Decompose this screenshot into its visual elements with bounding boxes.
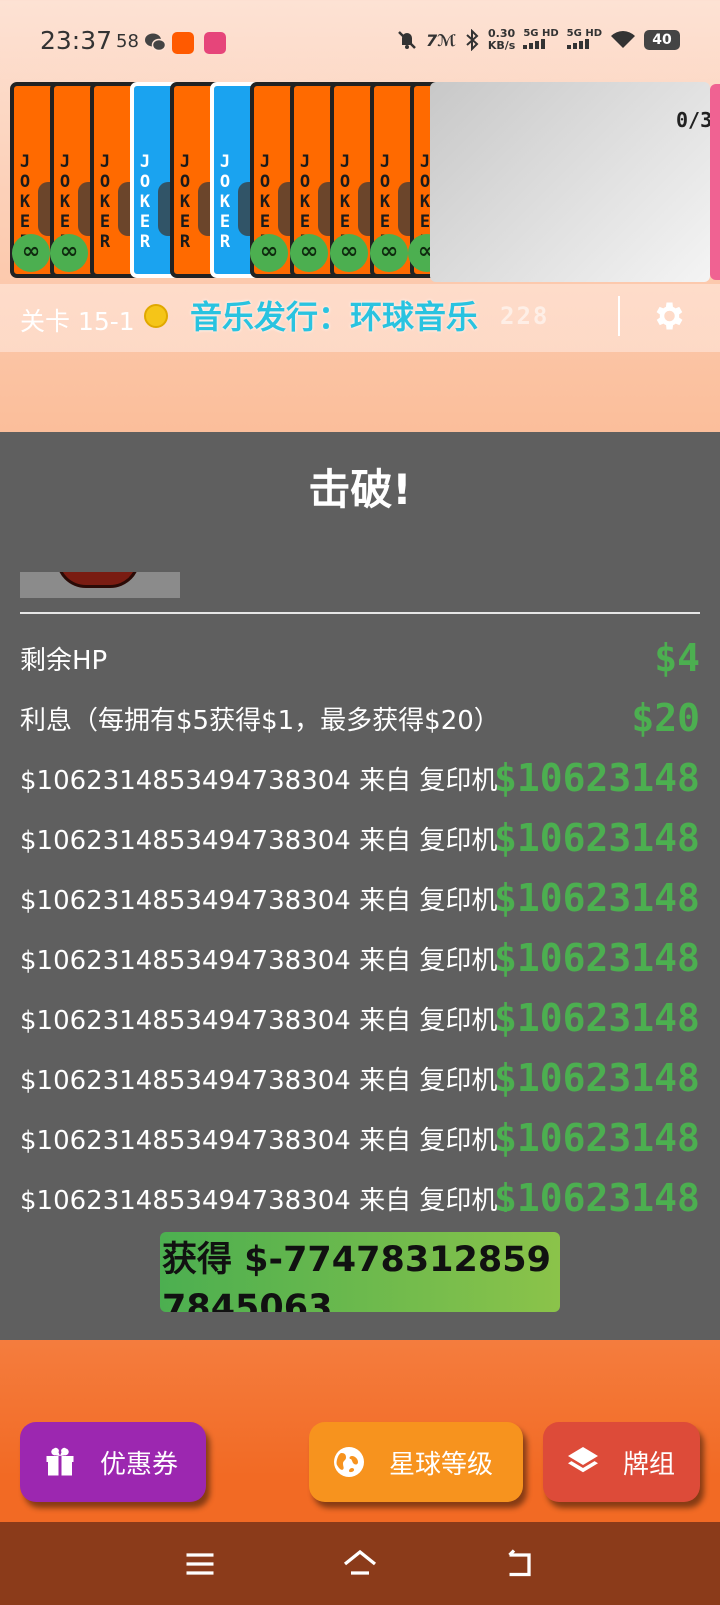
bilibili-app-icon xyxy=(204,32,226,54)
layers-icon xyxy=(568,1447,598,1473)
mute-bell-icon xyxy=(397,31,416,49)
panel-title: 击破! xyxy=(308,465,412,514)
infinity-badge: ∞ xyxy=(370,234,408,272)
info-bar: 关卡 15-1 228 音乐发行：环球音乐 xyxy=(0,284,720,352)
globe-icon xyxy=(334,1447,364,1477)
reward-row: 剩余HP $4 xyxy=(20,628,700,688)
joker-card-label: JOKER xyxy=(99,152,111,252)
battery-indicator: 40 xyxy=(644,30,680,50)
reward-amount: $4 xyxy=(654,636,700,680)
reward-amount: $1062314853494738304 xyxy=(494,876,699,920)
reward-row: 利息（每拥有$5获得$1，最多获得$20） $20 xyxy=(20,688,700,748)
status-right: 7ℳ 0.30 KB/s 5G HD 5G HD 40 xyxy=(396,28,680,52)
infinity-badge: ∞ xyxy=(330,234,368,272)
home-icon[interactable] xyxy=(342,1546,378,1582)
reward-row: $1062314853494738304 来自 复印机$106231485349… xyxy=(20,808,700,868)
taobao-app-icon xyxy=(172,32,194,54)
reward-label: $1062314853494738304 来自 复印机 xyxy=(20,766,498,796)
signal-bars-icon xyxy=(523,39,546,49)
bluetooth-icon xyxy=(466,29,479,51)
reward-label: $1062314853494738304 来自 复印机 xyxy=(20,886,498,916)
joker-card-label: JOKER xyxy=(179,152,191,252)
gear-icon[interactable] xyxy=(650,298,686,334)
planet-level-button[interactable]: 星球等级 xyxy=(309,1422,523,1502)
reward-amount: $1062314853494738304 xyxy=(494,1116,699,1160)
wifi-icon xyxy=(611,31,635,48)
blind-chip-image xyxy=(20,572,180,598)
collect-earnings-label: 获得 $-774783128597845063 xyxy=(162,1240,551,1312)
reward-amount: $1062314853494738304 xyxy=(494,996,699,1040)
svg-text:7ℳ: 7ℳ xyxy=(426,31,456,49)
infinity-badge: ∞ xyxy=(250,234,288,272)
planet-level-button-label: 星球等级 xyxy=(389,1449,494,1480)
reward-label: $1062314853494738304 来自 复印机 xyxy=(20,1126,498,1156)
reward-row: $1062314853494738304 来自 复印机$106231485349… xyxy=(20,1168,700,1212)
sim1-signal: 5G HD xyxy=(523,28,559,52)
system-nav-bar xyxy=(0,1522,720,1605)
reward-amount: $1062314853494738304 xyxy=(494,1176,699,1212)
reward-label: 剩余HP xyxy=(20,646,108,676)
reward-list[interactable]: 剩余HP $4 利息（每拥有$5获得$1，最多获得$20） $20 $1062314… xyxy=(20,628,700,1212)
status-time: 23:37 xyxy=(40,26,113,55)
reward-amount: $1062314853494738304 xyxy=(494,936,699,980)
joker-card-label: JOKER xyxy=(219,152,231,252)
reward-label: 利息（每拥有$5获得$1，最多获得$20） xyxy=(20,706,500,736)
coupon-button[interactable]: 优惠券 xyxy=(20,1422,206,1502)
reward-row: $1062314853494738304 来自 复印机$106231485349… xyxy=(20,988,700,1048)
joker-card-label: JOKER xyxy=(139,152,151,252)
back-icon[interactable] xyxy=(502,1546,538,1582)
network-speed: 0.30 KB/s xyxy=(487,27,516,52)
sim2-signal: 5G HD xyxy=(566,28,602,52)
joker-slot-counter: 0/3 xyxy=(676,108,713,132)
reward-row: $1062314853494738304 来自 复印机$106231485349… xyxy=(20,928,700,988)
divider xyxy=(20,612,700,614)
reward-row: $1062314853494738304 来自 复印机$106231485349… xyxy=(20,868,700,928)
status-seconds: 58 xyxy=(116,31,139,52)
deck-button-label: 牌组 xyxy=(623,1449,676,1480)
reward-amount: $1062314853494738304 xyxy=(494,816,699,860)
reward-amount: $20 xyxy=(631,696,700,740)
infinity-badge: ∞ xyxy=(50,234,88,272)
round-result-panel: 击破! 剩余HP $4 利息（每拥有$5获得$1，最多获得$20） $20 $106… xyxy=(0,432,720,1340)
reward-label: $1062314853494738304 来自 复印机 xyxy=(20,1006,498,1036)
gift-icon xyxy=(46,1447,74,1476)
reward-row: $1062314853494738304 来自 复印机$106231485349… xyxy=(20,748,700,808)
reward-label: $1062314853494738304 来自 复印机 xyxy=(20,1066,498,1096)
coin-icon xyxy=(144,304,168,328)
infinity-badge: ∞ xyxy=(290,234,328,272)
joker-slot-counter-panel: 0/3 xyxy=(430,82,713,282)
menu-icon[interactable] xyxy=(182,1546,218,1582)
collect-earnings-button[interactable]: 获得 $-774783128597845063 xyxy=(160,1232,560,1312)
nfc-icon: 7ℳ xyxy=(426,31,456,49)
reward-label: $1062314853494738304 来自 复印机 xyxy=(20,1186,498,1212)
reward-label: $1062314853494738304 来自 复印机 xyxy=(20,826,498,856)
offscreen-card-edge xyxy=(710,84,720,280)
signal-bars-icon xyxy=(566,39,589,49)
deck-button[interactable]: 牌组 xyxy=(543,1422,700,1502)
status-bar: 23:37 58 7ℳ 0.30 KB/s 5G HD 5G HD 40 xyxy=(0,0,720,86)
faded-score: 228 xyxy=(500,302,550,330)
coupon-button-label: 优惠券 xyxy=(100,1449,179,1480)
music-publisher-watermark: 音乐发行：环球音乐 xyxy=(190,298,479,336)
level-label: 关卡 15-1 xyxy=(20,307,135,336)
reward-label: $1062314853494738304 来自 复印机 xyxy=(20,946,498,976)
reward-row: $1062314853494738304 来自 复印机$106231485349… xyxy=(20,1108,700,1168)
reward-amount: $1062314853494738304 xyxy=(494,756,699,800)
blind-chip xyxy=(56,572,140,588)
reward-amount: $1062314853494738304 xyxy=(494,1056,699,1100)
reward-row: $1062314853494738304 来自 复印机$106231485349… xyxy=(20,1048,700,1108)
wechat-icon xyxy=(145,33,166,52)
divider xyxy=(618,296,620,336)
infinity-badge: ∞ xyxy=(12,234,50,272)
